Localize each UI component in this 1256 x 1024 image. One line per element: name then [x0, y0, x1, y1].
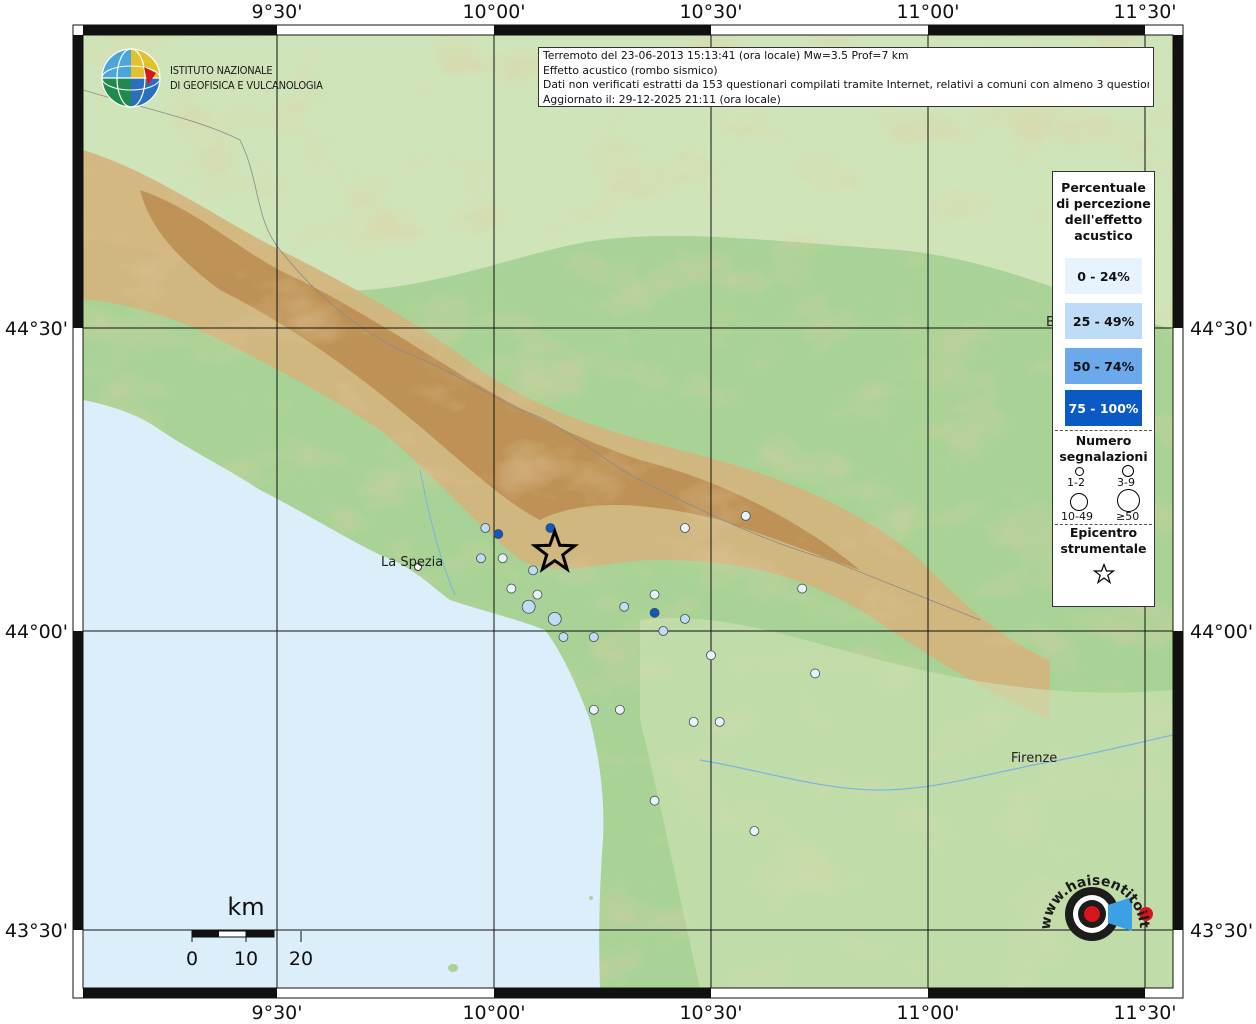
size-label: 10-49 — [1061, 510, 1093, 523]
observation-point — [810, 668, 821, 679]
legend-epicenter-title: Epicentro strumentale — [1053, 525, 1154, 557]
observation-point — [476, 553, 486, 564]
observation-point — [706, 650, 716, 661]
lat-label: 44°00' — [5, 621, 68, 643]
observation-point — [547, 611, 562, 626]
size-circle-1-2 — [1075, 467, 1084, 476]
observation-point — [688, 717, 699, 727]
lon-label: 9°30' — [252, 1, 303, 23]
scale-label: 0 — [186, 948, 198, 970]
lon-label: 10°30' — [679, 1, 742, 23]
longitude-labels-bottom: 9°30' 10°00' 10°30' 11°00' 11°30' — [252, 1002, 1177, 1024]
event-info-box: Terremoto del 23-06-2013 15:13:41 (ora l… — [538, 47, 1154, 107]
terrain-layer — [83, 35, 1173, 988]
observation-point — [588, 632, 599, 642]
legend-count-title: Numero segnalazioni — [1053, 433, 1154, 465]
legend-size-keys: 1-2 3-9 10-49 ≥50 — [1053, 465, 1154, 523]
lon-label: 10°00' — [462, 1002, 525, 1024]
ingv-logo: ISTITUTO NAZIONALE DI GEOFISICA E VULCAN… — [100, 47, 330, 109]
observation-point — [658, 626, 669, 636]
observation-point — [497, 553, 508, 564]
observation-point — [749, 826, 760, 836]
size-label: ≥50 — [1116, 510, 1140, 523]
observation-point — [558, 632, 569, 642]
data-note-line: Dati non verificati estratti da 153 ques… — [543, 78, 1149, 91]
observation-point — [532, 589, 543, 600]
legend-class-25-49: 25 - 49% — [1065, 303, 1142, 339]
legend-epicenter-line: strumentale — [1060, 541, 1147, 556]
lon-label: 10°00' — [462, 1, 525, 23]
size-label: 1-2 — [1067, 476, 1085, 489]
lon-label: 10°30' — [679, 1002, 742, 1024]
effect-line: Effetto acustico (rombo sismico) — [543, 63, 718, 77]
observation-point — [480, 523, 491, 533]
observation-point — [614, 704, 625, 715]
observation-point — [506, 583, 517, 594]
legend-title-line: acustico — [1074, 228, 1133, 243]
scale-unit: km — [227, 893, 264, 921]
observation-point — [493, 529, 504, 539]
legend-class-0-24: 0 - 24% — [1065, 258, 1142, 294]
longitude-labels-top: 9°30' 10°00' 10°30' 11°00' 11°30' — [252, 1, 1177, 23]
lat-label: 44°30' — [5, 318, 68, 340]
observation-point — [797, 583, 808, 594]
ingv-logo-line1: ISTITUTO NAZIONALE — [170, 64, 273, 77]
legend-star-icon — [1092, 562, 1115, 585]
observation-point — [521, 599, 536, 614]
updated-line: Aggiornato il: 29-12-2025 21:11 (ora loc… — [543, 92, 781, 106]
legend-title-line: di percezione — [1056, 196, 1151, 211]
legend-title: Percentuale di percezione dell'effetto a… — [1053, 180, 1154, 244]
scale-label: 10 — [234, 948, 258, 970]
legend: Percentuale di percezione dell'effetto a… — [1052, 171, 1155, 607]
legend-count-title-line: segnalazioni — [1059, 449, 1148, 464]
observation-point — [649, 589, 660, 600]
lon-label: 9°30' — [252, 1002, 303, 1024]
lon-label: 11°30' — [1113, 1002, 1176, 1024]
lon-label: 11°00' — [896, 1002, 959, 1024]
lat-label: 43°30' — [1190, 920, 1253, 942]
lat-label: 44°00' — [1190, 621, 1253, 643]
latitude-labels-left: 44°30' 44°00' 43°30' — [5, 318, 68, 942]
size-circle-50 — [1117, 489, 1140, 512]
ingv-logo-line2: DI GEOFISICA E VULCANOLOGIA — [170, 79, 323, 92]
legend-title-line: Percentuale — [1061, 180, 1146, 195]
observation-point — [649, 795, 660, 806]
legend-title-line: dell'effetto — [1064, 212, 1143, 227]
lat-label: 43°30' — [5, 920, 68, 942]
observation-point — [528, 565, 538, 576]
size-label: 3-9 — [1117, 476, 1135, 489]
ingv-globe-icon — [101, 48, 161, 108]
observation-point — [588, 704, 599, 715]
scale-label: 20 — [289, 948, 313, 970]
size-circle-10-49 — [1070, 493, 1088, 511]
observation-point — [680, 523, 690, 533]
la-spezia-label: La Spezia — [381, 555, 443, 570]
observation-point — [680, 613, 690, 624]
observation-point — [619, 601, 630, 612]
legend-epicenter-line: Epicentro — [1069, 525, 1138, 540]
observation-point — [714, 717, 725, 727]
legend-count-title-line: Numero — [1075, 433, 1132, 448]
lon-label: 11°00' — [896, 1, 959, 23]
legend-divider — [1055, 430, 1152, 431]
event-line: Terremoto del 23-06-2013 15:13:41 (ora l… — [543, 49, 909, 62]
firenze-label: Firenze — [1011, 751, 1057, 766]
lat-label: 44°30' — [1190, 318, 1253, 340]
lon-label: 11°30' — [1113, 1, 1176, 23]
observation-point — [649, 607, 660, 618]
legend-class-50-74: 50 - 74% — [1065, 348, 1142, 384]
legend-class-75-100: 75 - 100% — [1065, 390, 1142, 426]
latitude-labels-right: 44°30' 44°00' 43°30' — [1190, 318, 1253, 942]
observation-point — [740, 510, 751, 521]
